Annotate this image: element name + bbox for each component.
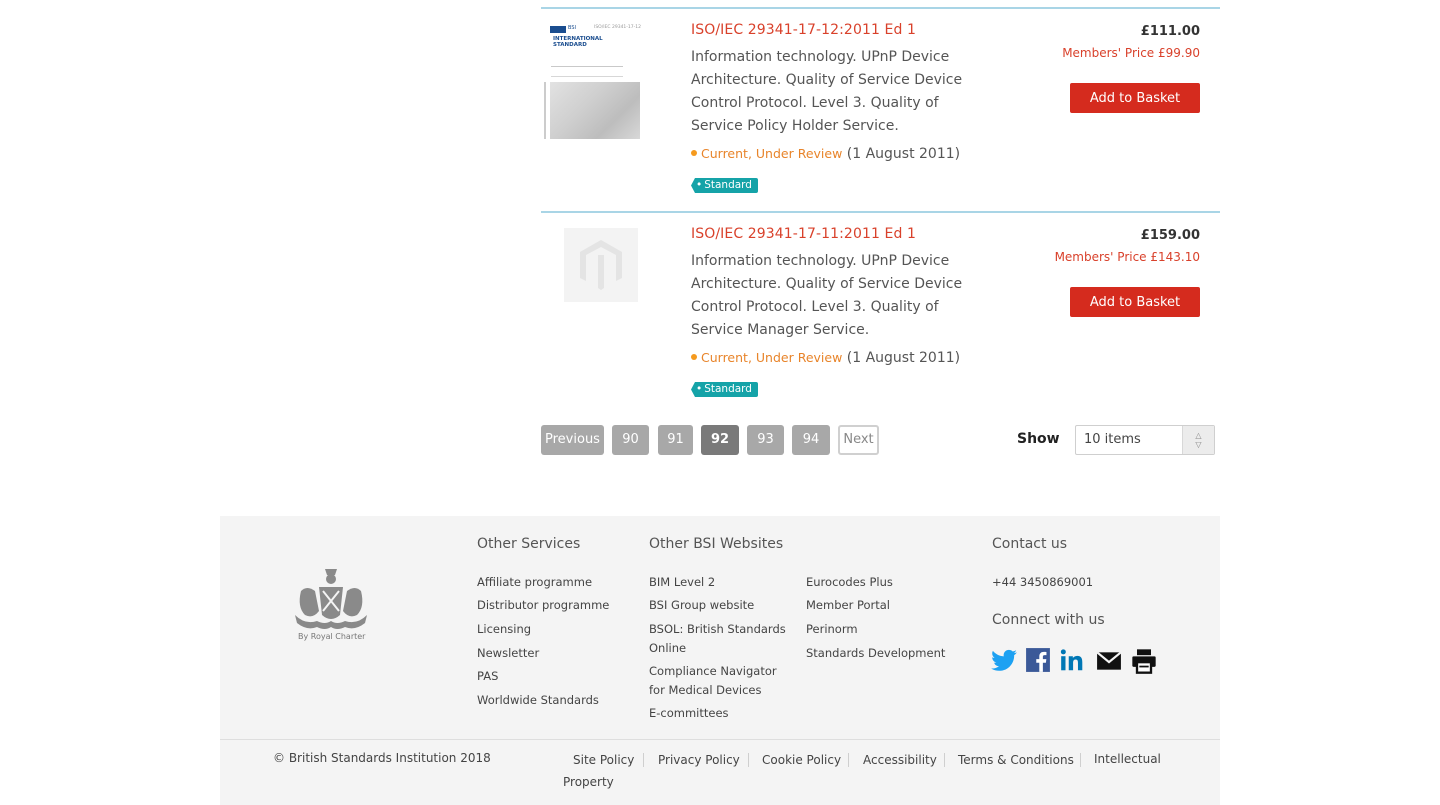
twitter-icon[interactable] (990, 647, 1018, 675)
members-price: Members' Price £99.90 (1062, 46, 1200, 60)
bsi-logo (550, 26, 566, 33)
previous-page-button[interactable]: Previous (541, 425, 604, 455)
page-90-button[interactable]: 90 (612, 425, 649, 455)
page-94-button[interactable]: 94 (792, 425, 830, 455)
footer-link-perinorm[interactable]: Perinorm (806, 620, 858, 639)
product-description: Information technology. UPnP Device Arch… (691, 253, 963, 338)
product-thumbnail-placeholder[interactable] (564, 228, 638, 302)
page-92-current[interactable]: 92 (701, 425, 739, 455)
footer-link-compliance[interactable]: Compliance Navigator for Medical Devices (649, 662, 794, 700)
add-to-basket-button[interactable]: Add to Basket (1070, 287, 1200, 317)
footer-link-affiliate[interactable]: Affiliate programme (477, 573, 592, 592)
footer-link-bsi-group[interactable]: BSI Group website (649, 596, 754, 615)
contact-heading: Contact us (992, 536, 1068, 552)
product-status: Current, Under Review (1 August 2011) (691, 350, 960, 366)
status-date: (1 August 2011) (846, 146, 961, 162)
footer-divider (220, 739, 1220, 740)
thumb-standard: INTERNATIONAL STANDARD (553, 36, 603, 48)
standard-tag: Standard (691, 382, 758, 397)
footer-link-eurocodes[interactable]: Eurocodes Plus (806, 573, 893, 592)
page-91-button[interactable]: 91 (658, 425, 693, 455)
footer-link-standards-dev[interactable]: Standards Development (806, 644, 945, 663)
footer-link-newsletter[interactable]: Newsletter (477, 644, 539, 663)
product-thumbnail[interactable]: BSI ISO/IEC 29341-17-12 INTERNATIONAL ST… (544, 22, 642, 140)
footer-link-ecommittees[interactable]: E-committees (649, 704, 729, 723)
thumb-text-lines (551, 66, 623, 77)
copyright: © British Standards Institution 2018 (273, 751, 491, 765)
product-price: £159.00 (1140, 228, 1200, 243)
product-price: £111.00 (1140, 24, 1200, 39)
add-to-basket-button[interactable]: Add to Basket (1070, 83, 1200, 113)
members-price: Members' Price £143.10 (1054, 250, 1200, 264)
footer-link-worldwide[interactable]: Worldwide Standards (477, 691, 599, 710)
facebook-icon[interactable] (1025, 647, 1051, 673)
footer-link-licensing[interactable]: Licensing (477, 620, 531, 639)
page-93-button[interactable]: 93 (747, 425, 784, 455)
footer-link-bsol[interactable]: BSOL: British Standards Online (649, 620, 789, 658)
status-text: Current, Under Review (701, 350, 843, 365)
product-title[interactable]: ISO/IEC 29341-17-12:2011 Ed 1 (691, 22, 916, 38)
product-status: Current, Under Review (1 August 2011) (691, 146, 960, 162)
select-arrows-icon[interactable]: △ ▽ (1182, 426, 1214, 454)
email-icon[interactable] (1096, 650, 1122, 672)
product-title[interactable]: ISO/IEC 29341-17-11:2011 Ed 1 (691, 226, 916, 242)
crest-caption: By Royal Charter (298, 632, 366, 641)
print-icon[interactable] (1130, 647, 1158, 675)
magento-placeholder-icon (580, 240, 622, 290)
other-services-heading: Other Services (477, 536, 581, 552)
thumb-ref: ISO/IEC 29341-17-12 (594, 25, 641, 30)
legal-intellectual-property[interactable]: Intellectual Property (563, 748, 1173, 794)
status-dot-icon (691, 150, 697, 156)
product-description: Information technology. UPnP Device Arch… (691, 49, 963, 134)
status-dot-icon (691, 354, 697, 360)
next-page-button[interactable]: Next (838, 425, 879, 455)
footer-link-pas[interactable]: PAS (477, 667, 498, 686)
status-date: (1 August 2011) (846, 350, 961, 366)
linkedin-icon[interactable] (1059, 647, 1085, 673)
items-per-page-select[interactable]: 10 items △ ▽ (1075, 425, 1215, 455)
contact-phone[interactable]: +44 3450869001 (992, 573, 1093, 592)
row-divider (541, 7, 1220, 9)
row-divider (541, 211, 1220, 213)
items-per-page-value: 10 items (1084, 432, 1141, 447)
other-websites-heading: Other BSI Websites (649, 536, 784, 552)
standard-tag: Standard (691, 178, 758, 193)
footer-link-member-portal[interactable]: Member Portal (806, 596, 890, 615)
show-label: Show (1017, 431, 1060, 447)
connect-heading: Connect with us (992, 612, 1105, 628)
footer-link-bim[interactable]: BIM Level 2 (649, 573, 715, 592)
thumb-cover-art (550, 82, 640, 139)
footer-link-distributor[interactable]: Distributor programme (477, 596, 609, 615)
thumb-edge (544, 82, 546, 139)
status-text: Current, Under Review (701, 146, 843, 161)
thumb-bsi: BSI (568, 25, 576, 31)
